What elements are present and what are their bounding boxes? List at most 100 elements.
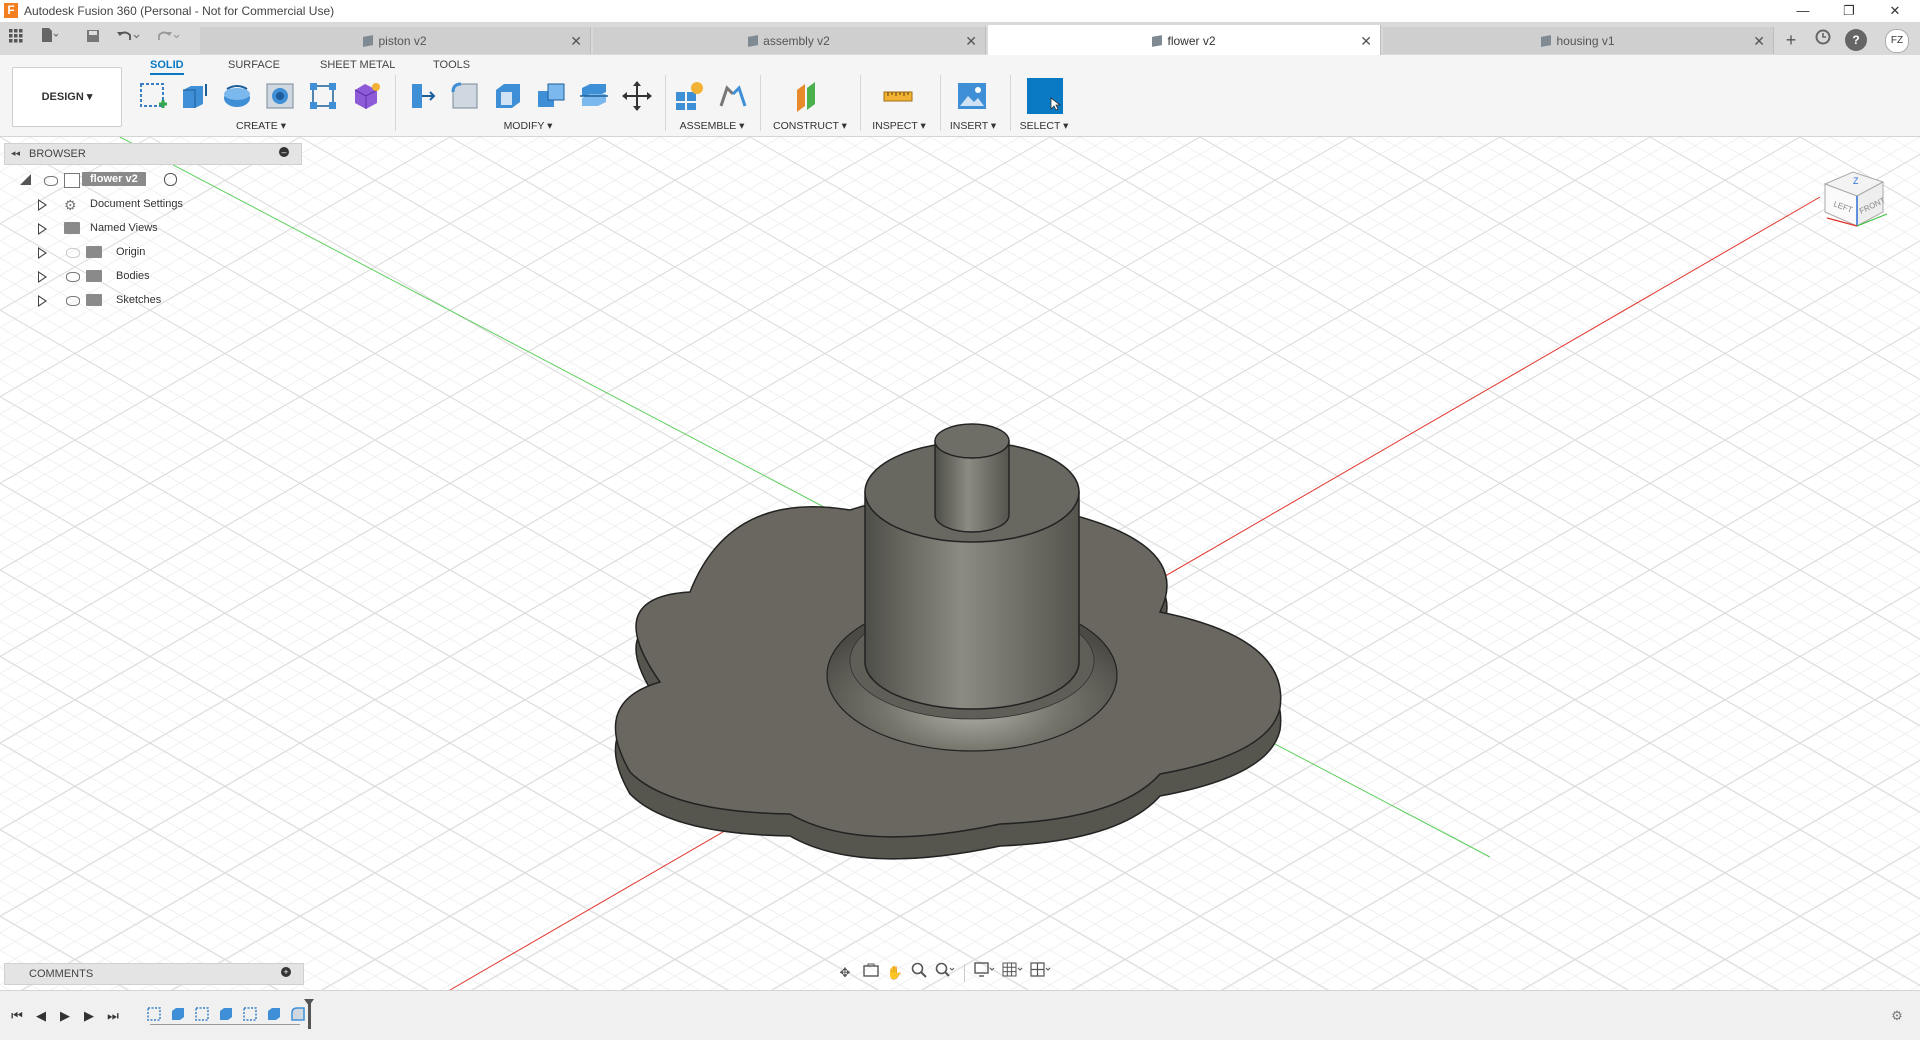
- go-to-start-icon[interactable]: ⏮: [8, 1007, 26, 1025]
- timeline-settings-gear-icon[interactable]: ⚙: [1888, 1007, 1906, 1025]
- data-panel-grid-icon[interactable]: [5, 27, 27, 49]
- tab-solid[interactable]: SOLID: [150, 59, 184, 75]
- timeline-extrude-feature-icon[interactable]: [218, 1006, 234, 1022]
- tab-sheet-metal[interactable]: SHEET METAL: [320, 59, 395, 71]
- viewports-icon[interactable]: [1030, 962, 1052, 984]
- tab-housing-v1[interactable]: housing v1 ✕: [1383, 27, 1774, 54]
- go-to-end-icon[interactable]: ⏭: [104, 1007, 122, 1025]
- timeline-marker-head-icon[interactable]: [304, 999, 314, 1006]
- visibility-eye-icon[interactable]: [44, 176, 58, 186]
- display-settings-icon[interactable]: [974, 962, 996, 984]
- collapse-panel-icon[interactable]: ◂◂: [11, 148, 20, 159]
- assemble-menu[interactable]: ASSEMBLE ▾: [674, 120, 750, 132]
- file-menu-icon[interactable]: [38, 27, 60, 49]
- modify-menu[interactable]: MODIFY ▾: [493, 120, 563, 132]
- timeline-extrude-feature-icon[interactable]: [170, 1006, 186, 1022]
- close-window-button[interactable]: ✕: [1872, 0, 1918, 22]
- browser-pin-icon[interactable]: –: [279, 147, 289, 157]
- browser-panel: ◂◂ BROWSER – flower v2 ⚙ Document Settin…: [4, 143, 302, 313]
- browser-item-document-settings[interactable]: ⚙ Document Settings: [4, 193, 302, 217]
- construct-menu[interactable]: CONSTRUCT ▾: [770, 120, 850, 132]
- press-pull-icon[interactable]: [406, 80, 438, 112]
- create-sketch-icon[interactable]: [137, 80, 169, 112]
- offset-plane-icon[interactable]: [793, 80, 825, 112]
- timeline-fillet-feature-icon[interactable]: [290, 1006, 306, 1022]
- new-component-icon[interactable]: [673, 80, 705, 112]
- split-body-icon[interactable]: [578, 80, 610, 112]
- look-at-icon[interactable]: [860, 962, 882, 984]
- timeline-sketch-feature-icon[interactable]: [194, 1006, 210, 1022]
- select-tool-icon[interactable]: [1027, 78, 1063, 114]
- joint-icon[interactable]: [717, 80, 749, 112]
- visibility-eye-icon[interactable]: [66, 296, 80, 306]
- tab-piston-v2[interactable]: piston v2 ✕: [200, 27, 591, 54]
- zoom-icon[interactable]: [908, 962, 930, 984]
- tab-close-icon[interactable]: ✕: [1360, 33, 1372, 50]
- visibility-eye-icon[interactable]: [66, 272, 80, 282]
- restore-button[interactable]: ❐: [1826, 0, 1872, 22]
- job-status-icon[interactable]: [1812, 29, 1834, 51]
- combine-icon[interactable]: [535, 80, 567, 112]
- inspect-menu[interactable]: INSPECT ▾: [866, 120, 932, 132]
- select-menu[interactable]: SELECT ▾: [1012, 120, 1076, 132]
- step-forward-icon[interactable]: ▶: [80, 1007, 98, 1025]
- browser-item-bodies[interactable]: Bodies: [4, 265, 302, 289]
- comments-panel[interactable]: COMMENTS +: [4, 963, 304, 985]
- grid-settings-icon[interactable]: [1002, 962, 1024, 984]
- browser-item-sketches[interactable]: Sketches: [4, 289, 302, 313]
- minimize-button[interactable]: —: [1780, 0, 1826, 22]
- tab-flower-v2[interactable]: flower v2 ✕: [988, 25, 1381, 55]
- insert-image-icon[interactable]: [956, 80, 988, 112]
- measure-icon[interactable]: [882, 80, 914, 112]
- activate-component-icon[interactable]: [164, 173, 177, 186]
- shell-icon[interactable]: [492, 80, 524, 112]
- tab-tools[interactable]: TOOLS: [433, 59, 470, 71]
- undo-icon[interactable]: [116, 27, 140, 49]
- insert-menu[interactable]: INSERT ▾: [942, 120, 1004, 132]
- navbar-separator: [964, 964, 965, 982]
- browser-item-origin[interactable]: Origin: [4, 241, 302, 265]
- pan-hand-icon[interactable]: ✋: [884, 962, 906, 984]
- toolbar-separator: [760, 75, 761, 131]
- create-form-icon[interactable]: [350, 80, 382, 112]
- tab-assembly-v2[interactable]: assembly v2 ✕: [593, 27, 986, 54]
- expand-arrow-icon[interactable]: [38, 295, 47, 307]
- tab-close-icon[interactable]: ✕: [1753, 33, 1765, 50]
- expand-arrow-icon[interactable]: [38, 247, 47, 259]
- add-comment-icon[interactable]: +: [281, 967, 291, 977]
- help-button[interactable]: ?: [1845, 29, 1867, 51]
- visibility-eye-icon[interactable]: [66, 248, 80, 258]
- new-tab-button[interactable]: +: [1780, 29, 1802, 51]
- toolbar-separator: [860, 75, 861, 131]
- fillet-icon[interactable]: [449, 80, 481, 112]
- expand-arrow-icon[interactable]: [38, 223, 47, 235]
- timeline-extrude-feature-icon[interactable]: [266, 1006, 282, 1022]
- tab-surface[interactable]: SURFACE: [228, 59, 280, 71]
- timeline-sketch-feature-icon[interactable]: [242, 1006, 258, 1022]
- expand-arrow-icon[interactable]: [38, 199, 47, 211]
- user-avatar[interactable]: FZ: [1885, 29, 1909, 53]
- browser-root-row[interactable]: flower v2: [4, 169, 302, 193]
- extrude-icon[interactable]: [178, 80, 210, 112]
- tab-close-icon[interactable]: ✕: [570, 33, 582, 50]
- save-icon[interactable]: [82, 27, 104, 49]
- move-copy-icon[interactable]: [621, 80, 653, 112]
- tab-close-icon[interactable]: ✕: [965, 33, 977, 50]
- create-menu[interactable]: CREATE ▾: [226, 120, 296, 132]
- timeline-sketch-feature-icon[interactable]: [146, 1006, 162, 1022]
- hole-icon[interactable]: [264, 80, 296, 112]
- expand-root-icon[interactable]: [20, 174, 31, 185]
- play-icon[interactable]: ▶: [56, 1007, 74, 1025]
- step-back-icon[interactable]: ◀: [32, 1007, 50, 1025]
- revolve-icon[interactable]: [221, 80, 253, 112]
- redo-icon[interactable]: [156, 27, 180, 49]
- view-cube[interactable]: LEFT FRONT Z: [1815, 162, 1895, 242]
- pattern-icon[interactable]: [307, 80, 339, 112]
- folder-icon: [86, 246, 102, 258]
- fit-view-icon[interactable]: [934, 962, 956, 984]
- top-pin[interactable]: [934, 423, 1010, 533]
- expand-arrow-icon[interactable]: [38, 271, 47, 283]
- browser-item-named-views[interactable]: Named Views: [4, 217, 302, 241]
- workspace-switcher[interactable]: DESIGN ▾: [12, 67, 122, 127]
- orbit-icon[interactable]: ✥: [834, 962, 856, 984]
